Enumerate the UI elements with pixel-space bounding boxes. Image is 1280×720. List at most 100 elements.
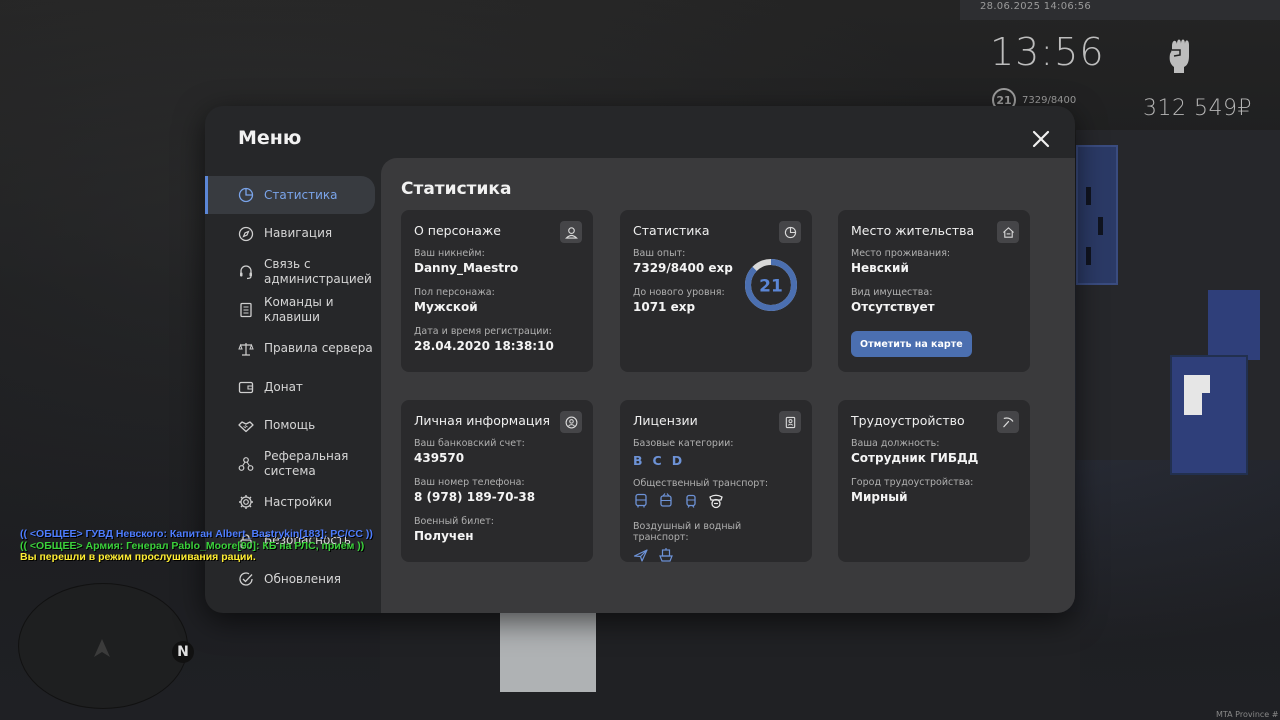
sidebar-item-label: Связь с администрацией <box>264 256 372 286</box>
position-label: Ваша должность: <box>851 438 940 449</box>
bank-label: Ваш банковский счет: <box>414 438 525 449</box>
hud-xp: 7329/8400 <box>1022 94 1077 106</box>
nickname-label: Ваш никнейм: <box>414 248 485 259</box>
sidebar-item-label: Реферальная система <box>264 448 349 478</box>
server-watermark: MTA Province # <box>1216 710 1279 719</box>
air-water-transport-icons <box>633 547 799 563</box>
bus-icon <box>633 493 649 509</box>
card-title: Трудоустройство <box>851 413 965 428</box>
sidebar-item-commands[interactable]: Команды и клавиши <box>205 291 381 329</box>
fist-icon <box>1166 36 1194 74</box>
background-board <box>1076 145 1118 285</box>
level-progress-ring: 21 <box>745 259 797 311</box>
card-residence: Место жительства Место проживания: Невск… <box>838 210 1030 372</box>
card-title: О персонаже <box>414 223 501 238</box>
headset-icon <box>240 265 252 280</box>
compass-icon <box>238 226 254 241</box>
scales-icon <box>238 342 254 356</box>
chat-log: (( <ОБЩЕЕ> ГУВД Невского: Капитан Albert… <box>20 528 373 564</box>
pie-chart-icon <box>238 188 254 203</box>
sidebar-item-label: Настройки <box>264 494 332 509</box>
military-value: Получен <box>414 529 474 543</box>
id-card-icon <box>779 411 801 433</box>
hud-money: 312 549₽ <box>1143 96 1252 121</box>
job-city-label: Город трудоустройства: <box>851 477 974 488</box>
nickname-value: Danny_Maestro <box>414 261 519 275</box>
ship-icon <box>658 547 674 563</box>
property-value: Отсутствует <box>851 300 935 314</box>
card-title: Личная информация <box>414 413 551 428</box>
public-transport-label: Общественный транспорт: <box>633 478 769 489</box>
network-icon <box>238 457 254 471</box>
wallet-icon <box>238 381 254 394</box>
license-category-c: C <box>652 453 662 468</box>
hud-clock: 13:56 <box>990 30 1105 74</box>
background-character <box>1208 290 1260 360</box>
public-transport-icons <box>633 493 799 509</box>
property-label: Вид имущества: <box>851 287 933 298</box>
sidebar-item-label: Команды и клавиши <box>264 295 334 325</box>
phone-value: 8 (978) 189-70-38 <box>414 490 536 504</box>
place-value: Невский <box>851 261 909 275</box>
level-number: 21 <box>759 277 783 297</box>
position-value: Сотрудник ГИБДД <box>851 451 979 465</box>
sidebar-item-referral[interactable]: Реферальная система <box>205 445 381 483</box>
phone-label: Ваш номер телефона: <box>414 477 525 488</box>
card-personal: Личная информация Ваш банковский счет: 4… <box>401 400 593 562</box>
gender-label: Пол персонажа: <box>414 287 495 298</box>
check-circle-icon <box>239 572 253 586</box>
place-label: Место проживания: <box>851 248 951 259</box>
card-character: О персонаже Ваш никнейм: Danny_Maestro П… <box>401 210 593 372</box>
card-title: Статистика <box>633 223 710 238</box>
sidebar-item-support[interactable]: Связь с администрацией <box>205 253 381 291</box>
card-statistics: Статистика Ваш опыт: 7329/8400 exp До но… <box>620 210 812 372</box>
gender-value: Мужской <box>414 300 478 314</box>
sidebar-item-label: Навигация <box>264 226 333 241</box>
sidebar-item-rules[interactable]: Правила сервера <box>205 330 381 368</box>
content-panel: Статистика О персонаже Ваш никнейм: Dann… <box>381 158 1075 613</box>
job-city-value: Мирный <box>851 490 908 504</box>
card-licenses: Лицензии Базовые категории: B C D Общест… <box>620 400 812 562</box>
military-label: Военный билет: <box>414 516 494 527</box>
sidebar-item-statistics[interactable]: Статистика <box>205 176 375 215</box>
sidebar-item-help[interactable]: Помощь <box>205 406 381 444</box>
license-categories: B C D <box>633 453 799 468</box>
user-circle-icon <box>560 411 582 433</box>
pickaxe-icon <box>997 411 1019 433</box>
card-title: Лицензии <box>633 413 698 428</box>
license-category-b: B <box>633 453 643 468</box>
pie-chart-icon <box>779 221 801 243</box>
close-icon[interactable] <box>1027 125 1055 153</box>
background-door <box>500 612 596 692</box>
user-icon <box>560 221 582 243</box>
metro-icon <box>708 493 724 509</box>
chat-line: Вы перешли в режим прослушивания рации. <box>20 551 256 563</box>
sidebar-item-donate[interactable]: Донат <box>205 368 381 406</box>
sidebar-item-label: Донат <box>264 379 303 394</box>
gear-icon <box>239 495 253 510</box>
sidebar-item-navigation[interactable]: Навигация <box>205 214 381 252</box>
base-categories-label: Базовые категории: <box>633 438 734 449</box>
content-title: Статистика <box>401 179 512 199</box>
sidebar-item-label: Правила сервера <box>264 341 373 356</box>
card-employment: Трудоустройство Ваша должность: Сотрудни… <box>838 400 1030 562</box>
license-category-d: D <box>671 453 683 468</box>
home-icon <box>997 221 1019 243</box>
tram-icon <box>683 493 699 509</box>
menu-title: Меню <box>238 127 302 149</box>
hud-datetime: 28.06.2025 14:06:56 <box>980 1 1092 12</box>
chat-line: (( <ОБЩЕЕ> ГУВД Невского: Капитан Albert… <box>20 528 373 540</box>
document-icon <box>240 303 252 318</box>
sidebar-item-updates[interactable]: Обновления <box>205 560 381 598</box>
background-cabinet <box>1170 355 1248 475</box>
mark-on-map-button[interactable]: Отметить на карте <box>851 331 972 357</box>
sidebar-item-settings[interactable]: Настройки <box>205 483 381 521</box>
sidebar-item-label: Статистика <box>264 187 338 202</box>
airplane-icon <box>633 547 649 563</box>
air-water-transport-label: Воздушный и водный транспорт: <box>633 521 742 543</box>
sidebar-item-label: Обновления <box>264 571 342 586</box>
north-marker: N <box>172 641 194 663</box>
registration-value: 28.04.2020 18:38:10 <box>414 339 554 353</box>
handshake-icon <box>238 420 254 432</box>
card-title: Место жительства <box>851 223 975 238</box>
